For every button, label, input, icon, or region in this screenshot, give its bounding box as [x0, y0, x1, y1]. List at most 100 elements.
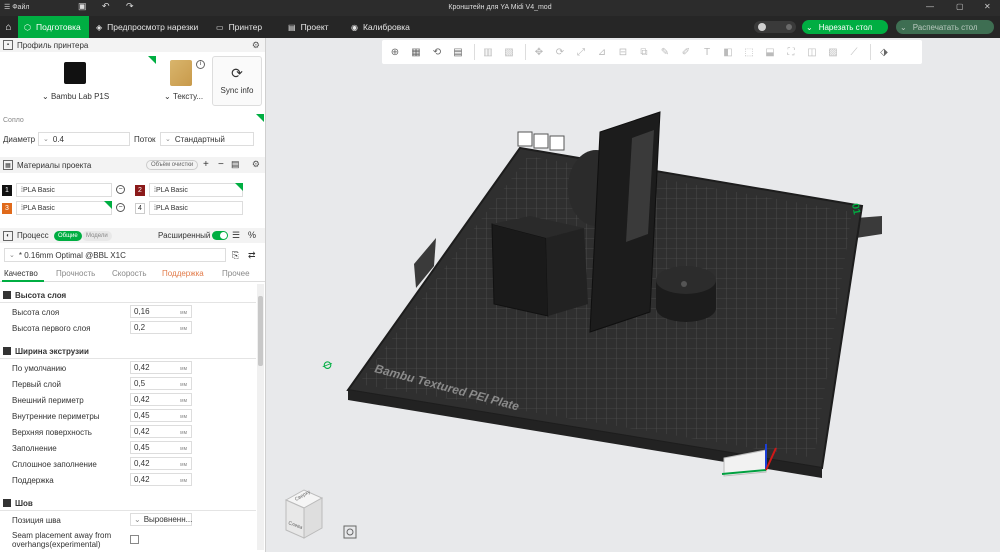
info-icon[interactable]: i	[196, 60, 205, 69]
material-slot-2[interactable]: 2 ⁞ PLA Basic	[135, 183, 265, 197]
scrollbar[interactable]	[257, 284, 264, 550]
tab-support[interactable]: Поддержка	[162, 269, 204, 278]
layer-icon	[3, 291, 11, 299]
advanced-toggle[interactable]	[212, 231, 228, 240]
volume-button[interactable]: Объём очистки	[146, 160, 199, 170]
remove-material-icon[interactable]: −	[116, 203, 125, 212]
material-name: PLA Basic	[155, 204, 188, 212]
minimize-icon[interactable]: —	[926, 2, 934, 11]
seam-group-title: Шов	[15, 498, 33, 508]
materials-section-header: ▦ Материалы проекта Объём очистки + − ▤ …	[0, 157, 265, 173]
flow-select[interactable]: ⌄ Стандартный	[160, 132, 254, 146]
add-icon[interactable]: +	[203, 159, 209, 170]
extrusion-support-input[interactable]: 0,42 мм	[130, 473, 192, 486]
sync-info-button[interactable]: ⟳ Sync info	[212, 56, 262, 106]
toggle-dot	[786, 24, 792, 30]
sync-info-label: Sync info	[220, 86, 254, 95]
process-section-header: ◐ Процесс Общие Модели Расширенный ☰ %	[0, 228, 265, 243]
zoom-fit-icon[interactable]	[343, 525, 357, 539]
material-slot-3[interactable]: 3 ⁞ PLA Basic −	[2, 201, 132, 215]
tab-other[interactable]: Прочее	[222, 269, 250, 278]
sync-filament-icon[interactable]: ▤	[231, 159, 240, 170]
diameter-select[interactable]: ⌄ 0.4	[38, 132, 130, 146]
material-select[interactable]: ⁞ PLA Basic	[149, 201, 243, 215]
model-bracket-left[interactable]	[491, 223, 549, 317]
extrusion-solid-infill-input[interactable]: 0,42 мм	[130, 457, 192, 470]
tab-printer[interactable]: ▭ Принтер	[210, 16, 268, 38]
material-name: PLA Basic	[22, 204, 55, 212]
scrollbar-thumb[interactable]	[258, 296, 263, 366]
divider	[0, 510, 256, 511]
layer-height-label: Высота слоя	[12, 308, 60, 317]
materials-section-title: Материалы проекта	[17, 160, 92, 170]
plate-close-icon[interactable]	[517, 131, 533, 147]
seam-away-checkbox[interactable]	[130, 535, 139, 544]
plate-name-label: Тексту...	[172, 92, 204, 101]
slice-plate-label: Нарезать стол	[818, 22, 873, 32]
layer-height-input[interactable]: 0,16 мм	[130, 305, 192, 318]
tab-strength[interactable]: Прочность	[56, 269, 95, 278]
tab-quality[interactable]: Качество	[4, 269, 38, 278]
active-tab-indicator	[2, 280, 44, 282]
tab-calibration[interactable]: ◉ Калибровка	[345, 16, 416, 38]
view-toggle[interactable]	[754, 21, 796, 33]
extrusion-outer-wall-input[interactable]: 0,42 мм	[130, 393, 192, 406]
corner-mark	[235, 183, 243, 191]
print-plate-button[interactable]: ⌄ Распечатать стол	[896, 20, 994, 34]
home-icon[interactable]: ⌂	[0, 16, 17, 38]
tab-preview[interactable]: ◈ Предпросмотр нарезки	[90, 16, 204, 38]
printer-image	[64, 62, 86, 84]
material-name: PLA Basic	[155, 186, 188, 194]
extrusion-solid-infill-label: Сплошное заполнение	[12, 460, 97, 469]
percent-icon[interactable]: %	[248, 230, 256, 240]
tab-prepare[interactable]: ⬡ Подготовка	[18, 16, 89, 38]
gear-icon[interactable]: ⚙	[252, 40, 260, 51]
material-slot-4[interactable]: 4 ⁞ PLA Basic	[135, 201, 265, 215]
plate-selector[interactable]: i ⌄ Тексту...	[160, 56, 208, 108]
material-select[interactable]: ⁞ PLA Basic	[149, 183, 243, 197]
extrusion-default-value: 0,42	[134, 363, 150, 372]
model-bracket-side	[546, 228, 588, 316]
extrusion-infill-input[interactable]: 0,45 мм	[130, 441, 192, 454]
compare-icon[interactable]: ⇄	[248, 250, 256, 261]
layer-height-group-title: Высота слоя	[15, 290, 67, 300]
unit-label: мм	[180, 462, 187, 468]
models-pill[interactable]: Модели	[82, 231, 112, 241]
printer-selector[interactable]: ⌄ Bambu Lab P1S	[6, 56, 156, 108]
material-slot-1[interactable]: 1 ⁞ PLA Basic −	[2, 183, 132, 197]
list-icon[interactable]: ☰	[232, 230, 240, 241]
maximize-icon[interactable]: ▢	[956, 2, 964, 11]
diameter-label: Диаметр	[3, 135, 36, 144]
material-select[interactable]: ⁞ PLA Basic	[16, 201, 112, 215]
process-preset-select[interactable]: ⌄ * 0.16mm Optimal @BBL X1C	[4, 248, 226, 262]
tab-project[interactable]: ▤ Проект	[282, 16, 335, 38]
material-number: 3	[2, 202, 12, 214]
material-select[interactable]: ⁞ PLA Basic	[16, 183, 112, 197]
plate-orient-icon[interactable]	[549, 135, 565, 151]
top-nav: ⌂ ⬡ Подготовка ◈ Предпросмотр нарезки ▭ При…	[0, 16, 1000, 38]
3d-viewport[interactable]: ⊕ ▦ ⟲ ▤ ▥ ▧ ✥ ⟳ ⤢ ⊿ ⊟ ⧉ ✎ ✐ T ◧ ⬚ ⬓ ⛶ ◫ …	[266, 38, 1000, 552]
plate-arrange-icon[interactable]	[533, 133, 549, 149]
filament-icon: ▦	[3, 160, 13, 170]
remove-icon[interactable]: −	[218, 159, 224, 170]
tab-speed[interactable]: Скорость	[112, 269, 147, 278]
save-preset-icon[interactable]: ⎘	[232, 250, 239, 261]
tab-project-label: Проект	[300, 22, 329, 32]
slice-plate-button[interactable]: ⌄ Нарезать стол	[802, 20, 888, 34]
extrusion-support-value: 0,42	[134, 475, 150, 484]
unit-label: мм	[180, 398, 187, 404]
seam-position-select[interactable]: ⌄ Выровненн...	[130, 513, 192, 526]
remove-material-icon[interactable]: −	[116, 185, 125, 194]
extrusion-first-layer-input[interactable]: 0,5 мм	[130, 377, 192, 390]
seam-position-label: Позиция шва	[12, 516, 61, 525]
general-pill[interactable]: Общие	[54, 231, 82, 241]
first-layer-height-input[interactable]: 0,2 мм	[130, 321, 192, 334]
corner-mark	[256, 114, 264, 122]
close-icon[interactable]: ✕	[984, 2, 991, 11]
extrusion-default-input[interactable]: 0,42 мм	[130, 361, 192, 374]
gear-icon[interactable]: ⚙	[252, 159, 260, 170]
extrusion-inner-wall-input[interactable]: 0,45 мм	[130, 409, 192, 422]
chevron-down-icon: ⌄	[134, 515, 141, 524]
extrusion-top-surface-input[interactable]: 0,42 мм	[130, 425, 192, 438]
zoom-fit-icon-lens	[346, 528, 354, 536]
